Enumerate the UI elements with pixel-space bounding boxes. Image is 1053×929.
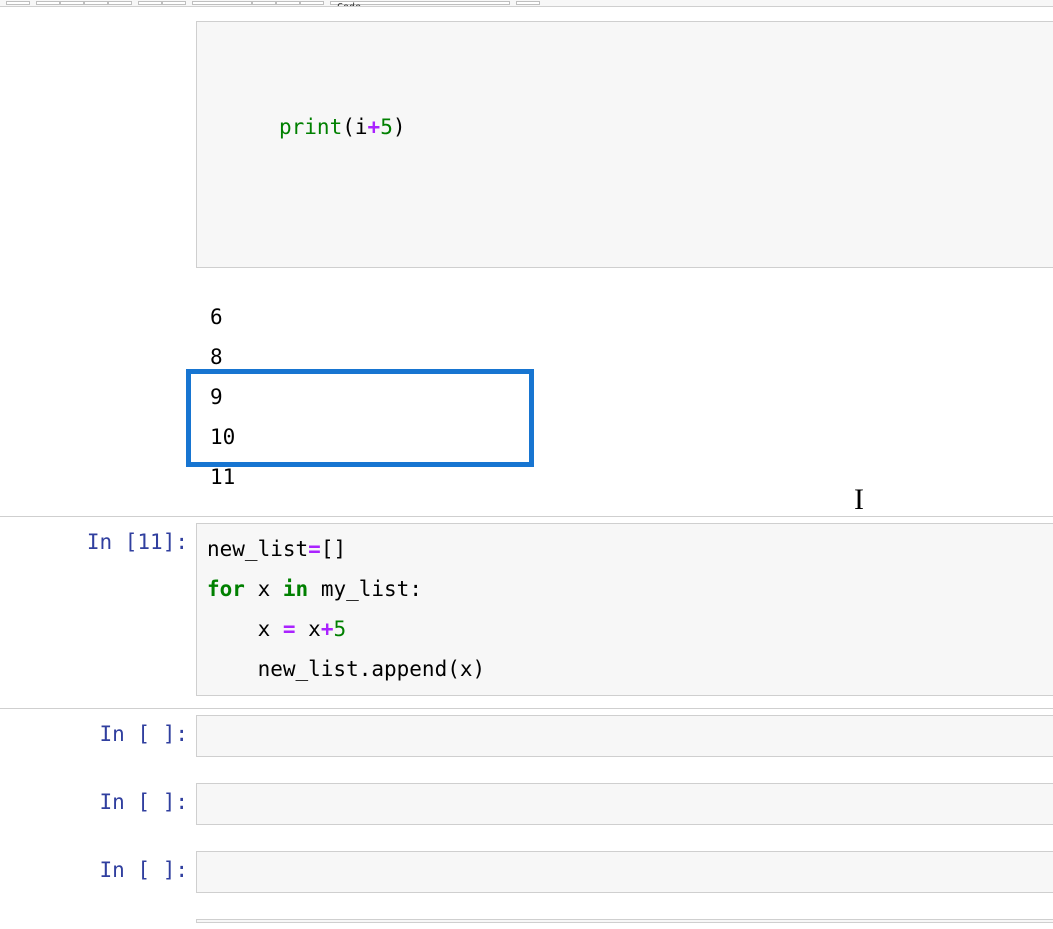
code-cell-empty[interactable]: In [ ]: [0, 845, 1053, 899]
input-prompt: In [11]: [0, 523, 196, 697]
input-prompt: In [ ]: [0, 851, 196, 893]
toolbar-group-run [138, 1, 186, 5]
code-input[interactable] [196, 715, 1053, 757]
toolbar-group-cmd [516, 1, 540, 5]
paste-cell-button[interactable] [108, 1, 132, 5]
cell-output: 6 8 9 10 11 [0, 274, 1053, 509]
code-cell-partial[interactable]: print(i+5) [0, 15, 1053, 274]
code-input[interactable]: print(i+5) [196, 21, 1053, 268]
move-down-button[interactable] [162, 1, 186, 5]
input-prompt: In [ ]: [0, 783, 196, 825]
code-cell-empty[interactable]: In [ ]: [0, 777, 1053, 831]
run-button[interactable] [192, 1, 252, 5]
copy-cell-button[interactable] [84, 1, 108, 5]
output-text: 6 8 9 10 11 [196, 292, 1053, 503]
cut-cell-button[interactable] [60, 1, 84, 5]
move-up-button[interactable] [138, 1, 162, 5]
toolbar-group-cell [36, 1, 132, 5]
celltype-select[interactable]: Code [330, 1, 510, 5]
insert-cell-button[interactable] [36, 1, 60, 5]
toolbar-group-file [6, 1, 30, 5]
code-input[interactable]: new_list=[]for x in my_list: x = x+5 new… [196, 523, 1053, 697]
toolbar-group-exec [192, 1, 324, 5]
code-input[interactable] [196, 851, 1053, 893]
code-cell-11[interactable]: In [11]: new_list=[]for x in my_list: x … [0, 517, 1053, 703]
restart-button[interactable] [276, 1, 300, 5]
code-cell-empty[interactable]: In [ ]: [0, 709, 1053, 763]
command-palette-button[interactable] [516, 1, 540, 5]
output-prompt [0, 292, 196, 503]
input-prompt: In [ ]: [0, 715, 196, 757]
code-input[interactable] [196, 783, 1053, 825]
input-prompt [0, 21, 196, 268]
code-input[interactable] [196, 919, 1053, 923]
notebook-area: print(i+5) 6 8 9 10 11 In [11]: new_list… [0, 7, 1053, 929]
restart-run-all-button[interactable] [300, 1, 324, 5]
interrupt-button[interactable] [252, 1, 276, 5]
toolbar: Code [0, 0, 1053, 7]
code-cell-empty[interactable] [0, 913, 1053, 929]
input-prompt [0, 919, 196, 923]
save-button[interactable] [6, 1, 30, 5]
